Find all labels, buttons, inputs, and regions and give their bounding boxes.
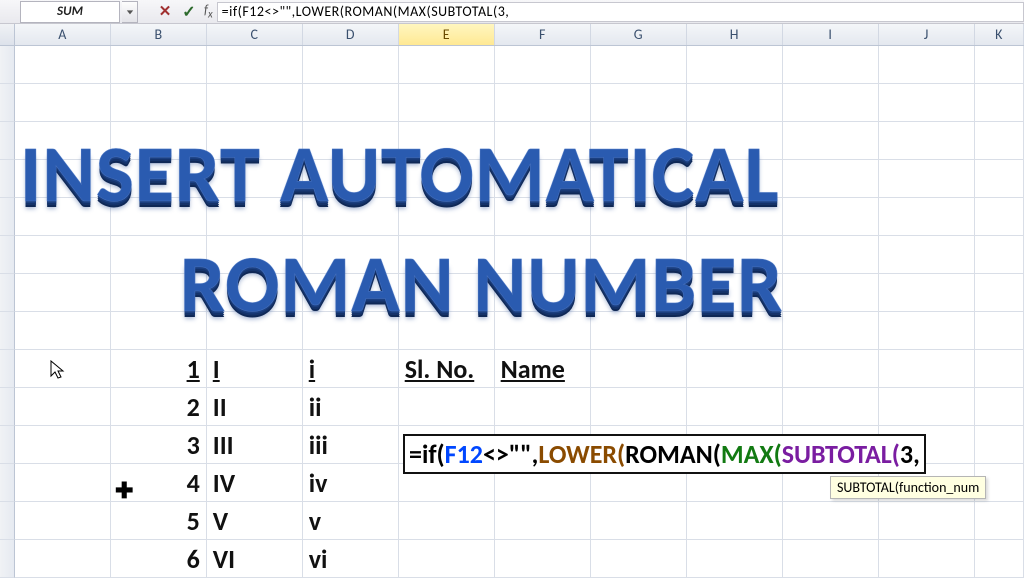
pointer-cursor-icon	[50, 360, 66, 380]
cell[interactable]: 1	[111, 350, 207, 388]
table-row: 5 V v	[0, 502, 1024, 540]
cell[interactable]: iii	[303, 426, 399, 464]
col-header-i[interactable]: I	[783, 24, 879, 45]
cell[interactable]: 5	[111, 502, 207, 540]
formula-bar: SUM ✕ ✓ fx =if(F12<>"",LOWER(ROMAN(MAX(S…	[0, 0, 1024, 24]
col-header-a[interactable]: A	[15, 24, 111, 45]
col-header-e[interactable]: E	[399, 24, 495, 45]
cell[interactable]: IV	[207, 464, 303, 502]
cell-cursor-icon: ✚	[115, 478, 133, 504]
cell[interactable]: VI	[207, 540, 303, 578]
col-header-c[interactable]: C	[207, 24, 303, 45]
cell[interactable]: 6	[111, 540, 207, 578]
header-name[interactable]: Name	[495, 350, 591, 388]
cell[interactable]: 2	[111, 388, 207, 426]
table-row: 2 II ii	[0, 388, 1024, 426]
col-header-b[interactable]: B	[111, 24, 207, 45]
cell[interactable]: v	[303, 502, 399, 540]
col-header-f[interactable]: F	[495, 24, 591, 45]
name-box[interactable]: SUM	[20, 1, 120, 23]
cell[interactable]: iv	[303, 464, 399, 502]
table-row: 6 VI vi	[0, 540, 1024, 578]
cell[interactable]: V	[207, 502, 303, 540]
function-tooltip: SUBTOTAL(function_num	[830, 476, 986, 499]
cell-editor[interactable]: =if(F12<>"",LOWER(ROMAN(MAX(SUBTOTAL(3,	[403, 434, 926, 474]
col-header-d[interactable]: D	[303, 24, 399, 45]
cell[interactable]: ii	[303, 388, 399, 426]
column-headers: A B C D E F G H I J K	[0, 24, 1024, 46]
header-slno[interactable]: Sl. No.	[399, 350, 495, 388]
select-all-corner[interactable]	[0, 24, 15, 45]
cell[interactable]: I	[207, 350, 303, 388]
cell[interactable]: 3	[111, 426, 207, 464]
col-header-j[interactable]: J	[879, 24, 975, 45]
table-header-row: 1 I i Sl. No. Name	[0, 350, 1024, 388]
cell[interactable]: vi	[303, 540, 399, 578]
editing-cell[interactable]	[399, 388, 495, 426]
col-header-g[interactable]: G	[591, 24, 687, 45]
col-header-h[interactable]: H	[687, 24, 783, 45]
cell[interactable]: i	[303, 350, 399, 388]
accept-icon[interactable]: ✓	[178, 2, 200, 22]
spreadsheet-grid[interactable]: INSERT AUTOMATICAL ROMAN NUMBER 1 I i Sl…	[0, 46, 1024, 578]
cell[interactable]: III	[207, 426, 303, 464]
fx-icon[interactable]: fx	[204, 3, 213, 21]
name-box-dropdown[interactable]	[122, 1, 138, 23]
cell[interactable]: II	[207, 388, 303, 426]
col-header-k[interactable]: K	[975, 24, 1024, 45]
formula-input[interactable]: =if(F12<>"",LOWER(ROMAN(MAX(SUBTOTAL(3,	[217, 2, 1024, 22]
cancel-icon[interactable]: ✕	[154, 2, 176, 22]
